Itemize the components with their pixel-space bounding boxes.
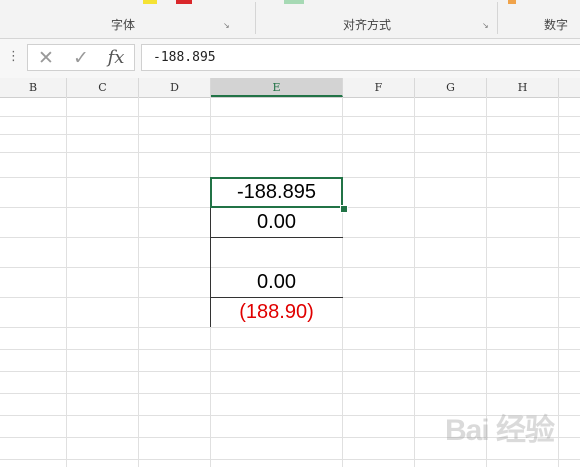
worksheet-grid[interactable]: -188.895 0.00 0.00 (188.90) Bai 经验 <box>0 97 580 467</box>
fill-handle[interactable] <box>340 205 348 213</box>
cell-e-value-3[interactable] <box>211 237 342 267</box>
group-label-number: 数字 <box>544 18 569 32</box>
watermark-logo: Bai 经验 <box>445 414 555 447</box>
font-dialog-launcher-icon[interactable]: ↘ <box>223 22 231 30</box>
alignment-dialog-launcher-icon[interactable]: ↘ <box>482 22 490 30</box>
group-label-font: 字体 <box>111 18 136 32</box>
cancel-icon[interactable]: ✕ <box>31 46 61 70</box>
column-header-e[interactable]: E <box>211 78 343 97</box>
cell-e-value-4[interactable]: 0.00 <box>211 267 342 297</box>
font-color-swatch[interactable] <box>143 0 157 4</box>
column-header-g[interactable]: G <box>415 78 487 97</box>
formula-bar: ⋮ ✕ ✓ fx -188.895 <box>0 39 580 78</box>
active-cell-border <box>210 177 343 208</box>
column-header-f[interactable]: F <box>343 78 415 97</box>
group-separator <box>497 2 498 34</box>
formula-input[interactable]: -188.895 <box>141 44 580 71</box>
enter-icon[interactable]: ✓ <box>66 46 96 70</box>
column-header-d[interactable]: D <box>139 78 211 97</box>
cell-e-value-5[interactable]: (188.90) <box>211 297 342 327</box>
align-swatch[interactable] <box>284 0 304 4</box>
column-header-row: B C D E F G H <box>0 78 580 98</box>
ribbon: 字体 ↘ 对齐方式 ↘ 数字 <box>0 0 580 39</box>
cell-e-value-2[interactable]: 0.00 <box>211 207 342 237</box>
formula-bar-grip-icon[interactable]: ⋮ <box>7 49 20 64</box>
fill-color-swatch[interactable] <box>176 0 192 4</box>
number-swatch[interactable] <box>508 0 516 4</box>
column-header-b[interactable]: B <box>0 78 67 97</box>
group-label-alignment: 对齐方式 <box>343 18 392 32</box>
group-separator <box>255 2 256 34</box>
formula-bar-buttons: ✕ ✓ fx <box>27 44 135 71</box>
insert-function-icon[interactable]: fx <box>101 46 131 70</box>
column-header-h[interactable]: H <box>487 78 559 97</box>
column-header-c[interactable]: C <box>67 78 139 97</box>
